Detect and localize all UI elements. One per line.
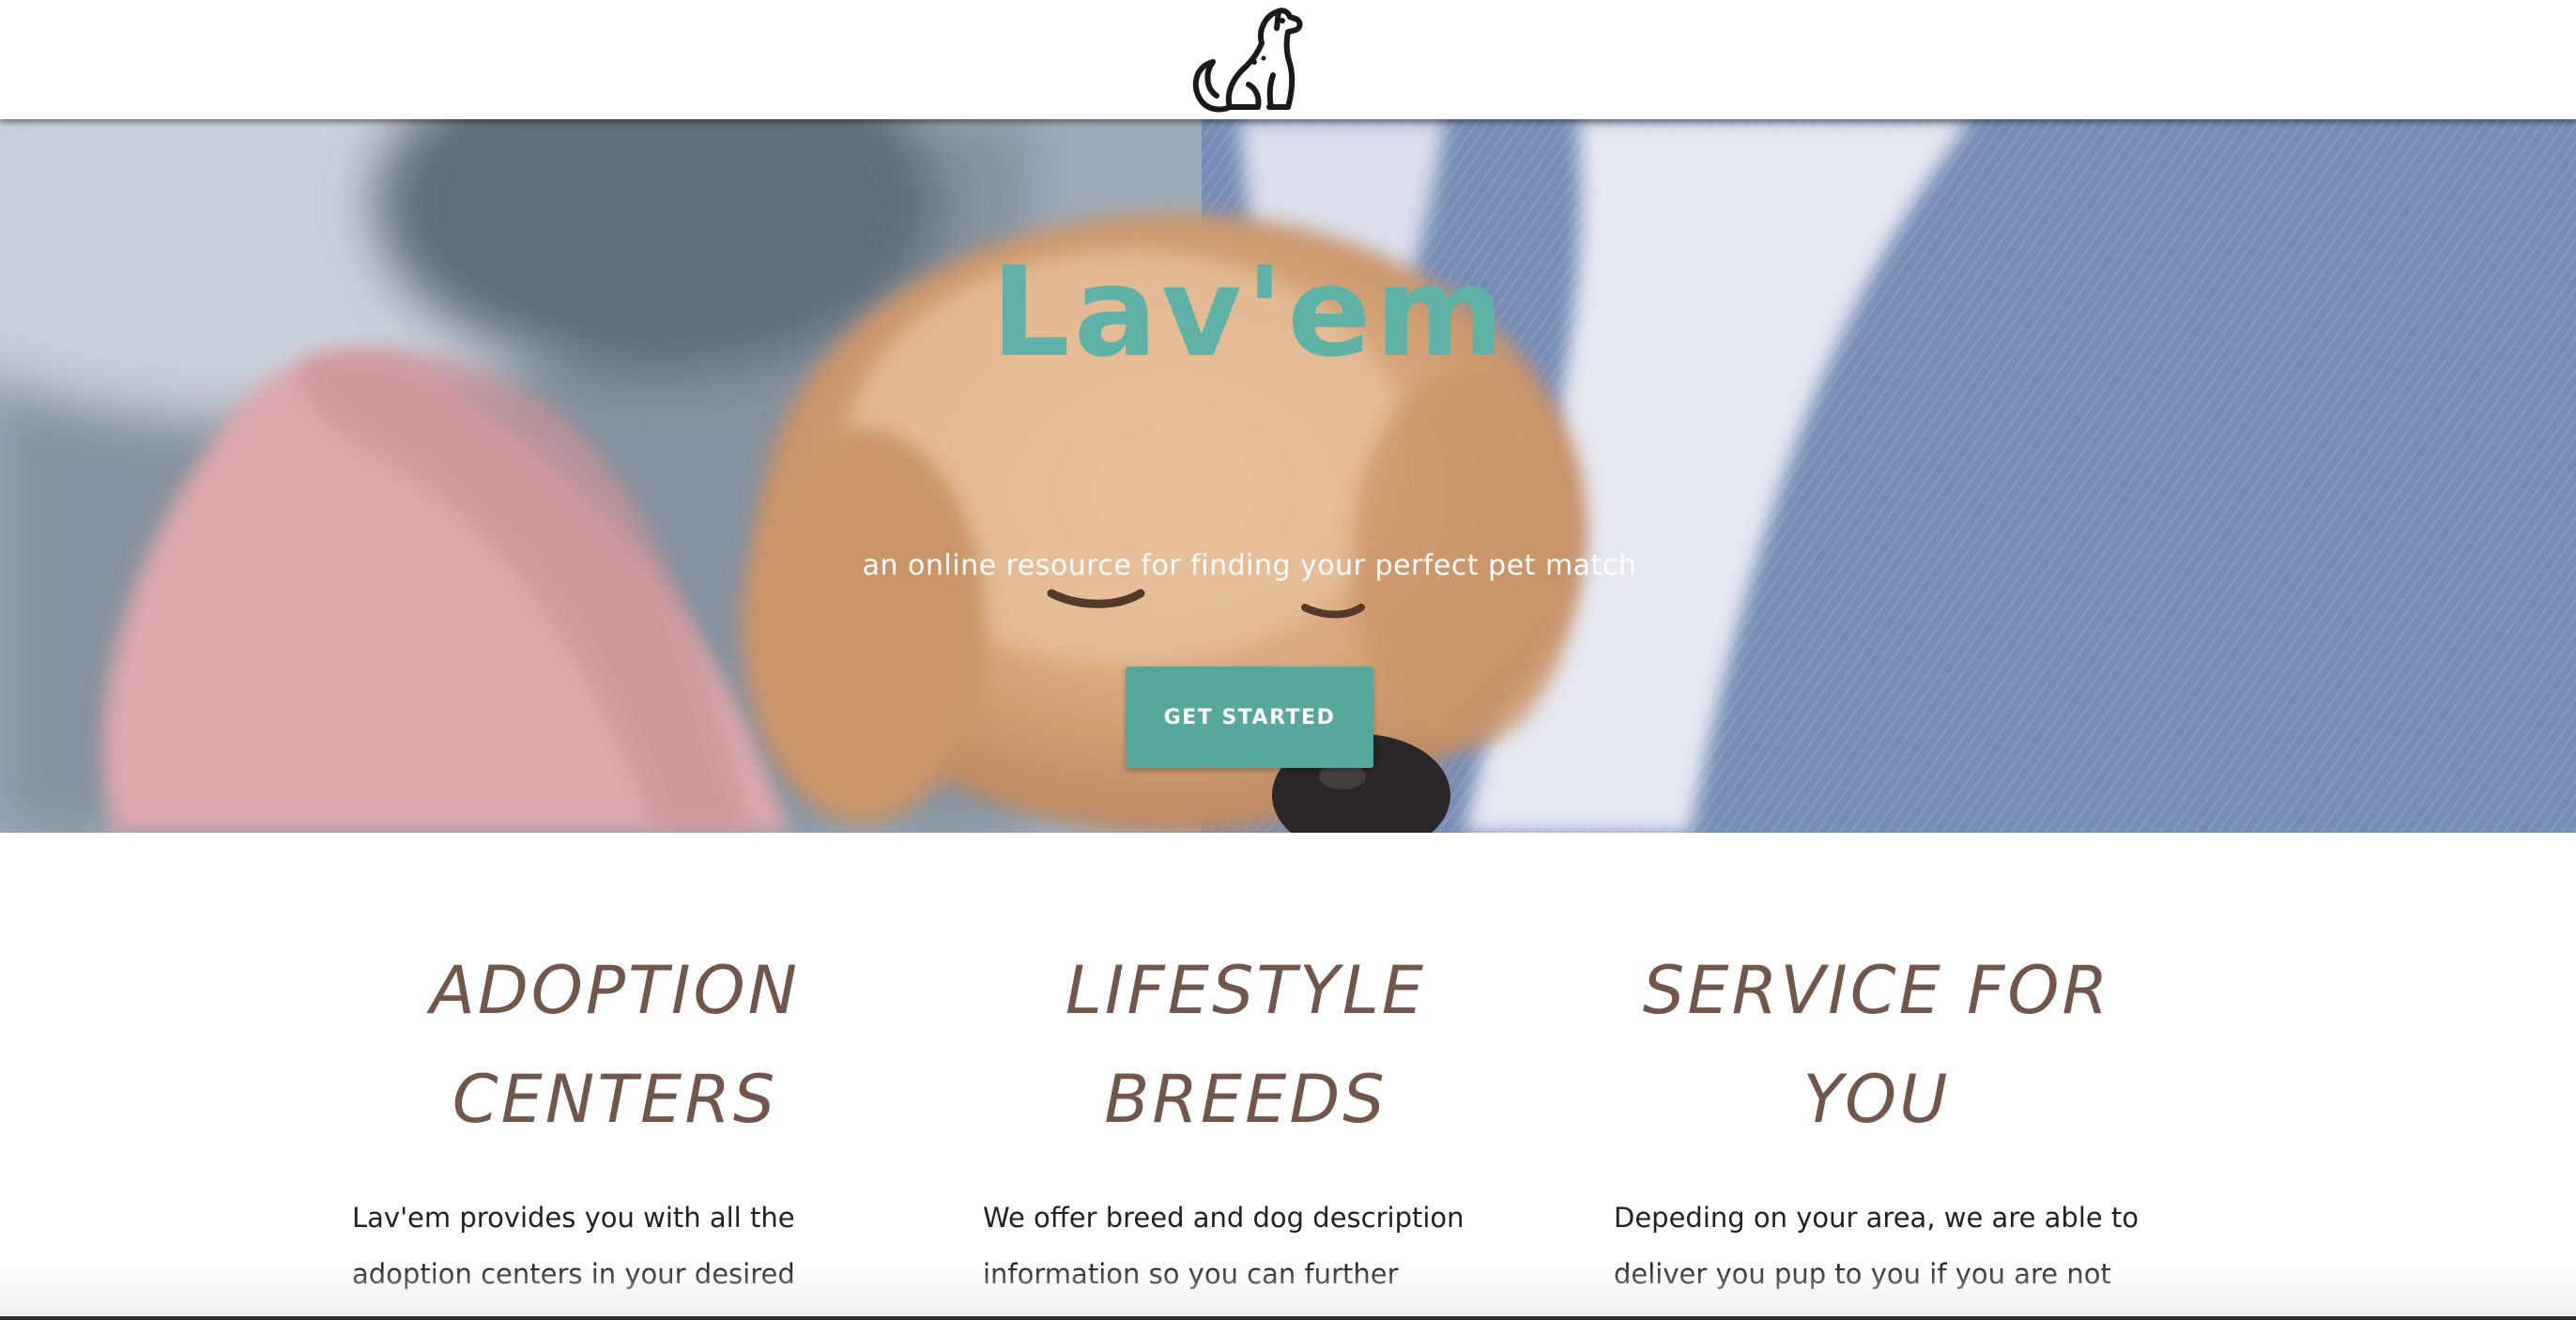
page: Lav'em an online resource for finding yo… bbox=[0, 0, 2576, 1320]
hero-section: Lav'em an online resource for finding yo… bbox=[0, 119, 2576, 833]
feature-title: SERVICE FOR YOU bbox=[1642, 952, 2111, 1138]
window-bottom-edge bbox=[0, 1316, 2576, 1320]
hero-subtitle: an online resource for finding your perf… bbox=[862, 549, 1637, 582]
bottom-fade bbox=[0, 1264, 2576, 1320]
features-section: ADOPTION CENTERS Lav'em provides you wit… bbox=[0, 833, 2576, 1320]
hero-title: Lav'em bbox=[990, 240, 1509, 385]
top-navbar bbox=[0, 0, 2576, 119]
get-started-button[interactable]: GET STARTED bbox=[1126, 667, 1373, 768]
feature-title: ADOPTION CENTERS bbox=[430, 952, 800, 1138]
feature-title: LIFESTYLE BREEDS bbox=[1065, 952, 1427, 1138]
dog-logo-icon[interactable] bbox=[1185, 4, 1309, 115]
